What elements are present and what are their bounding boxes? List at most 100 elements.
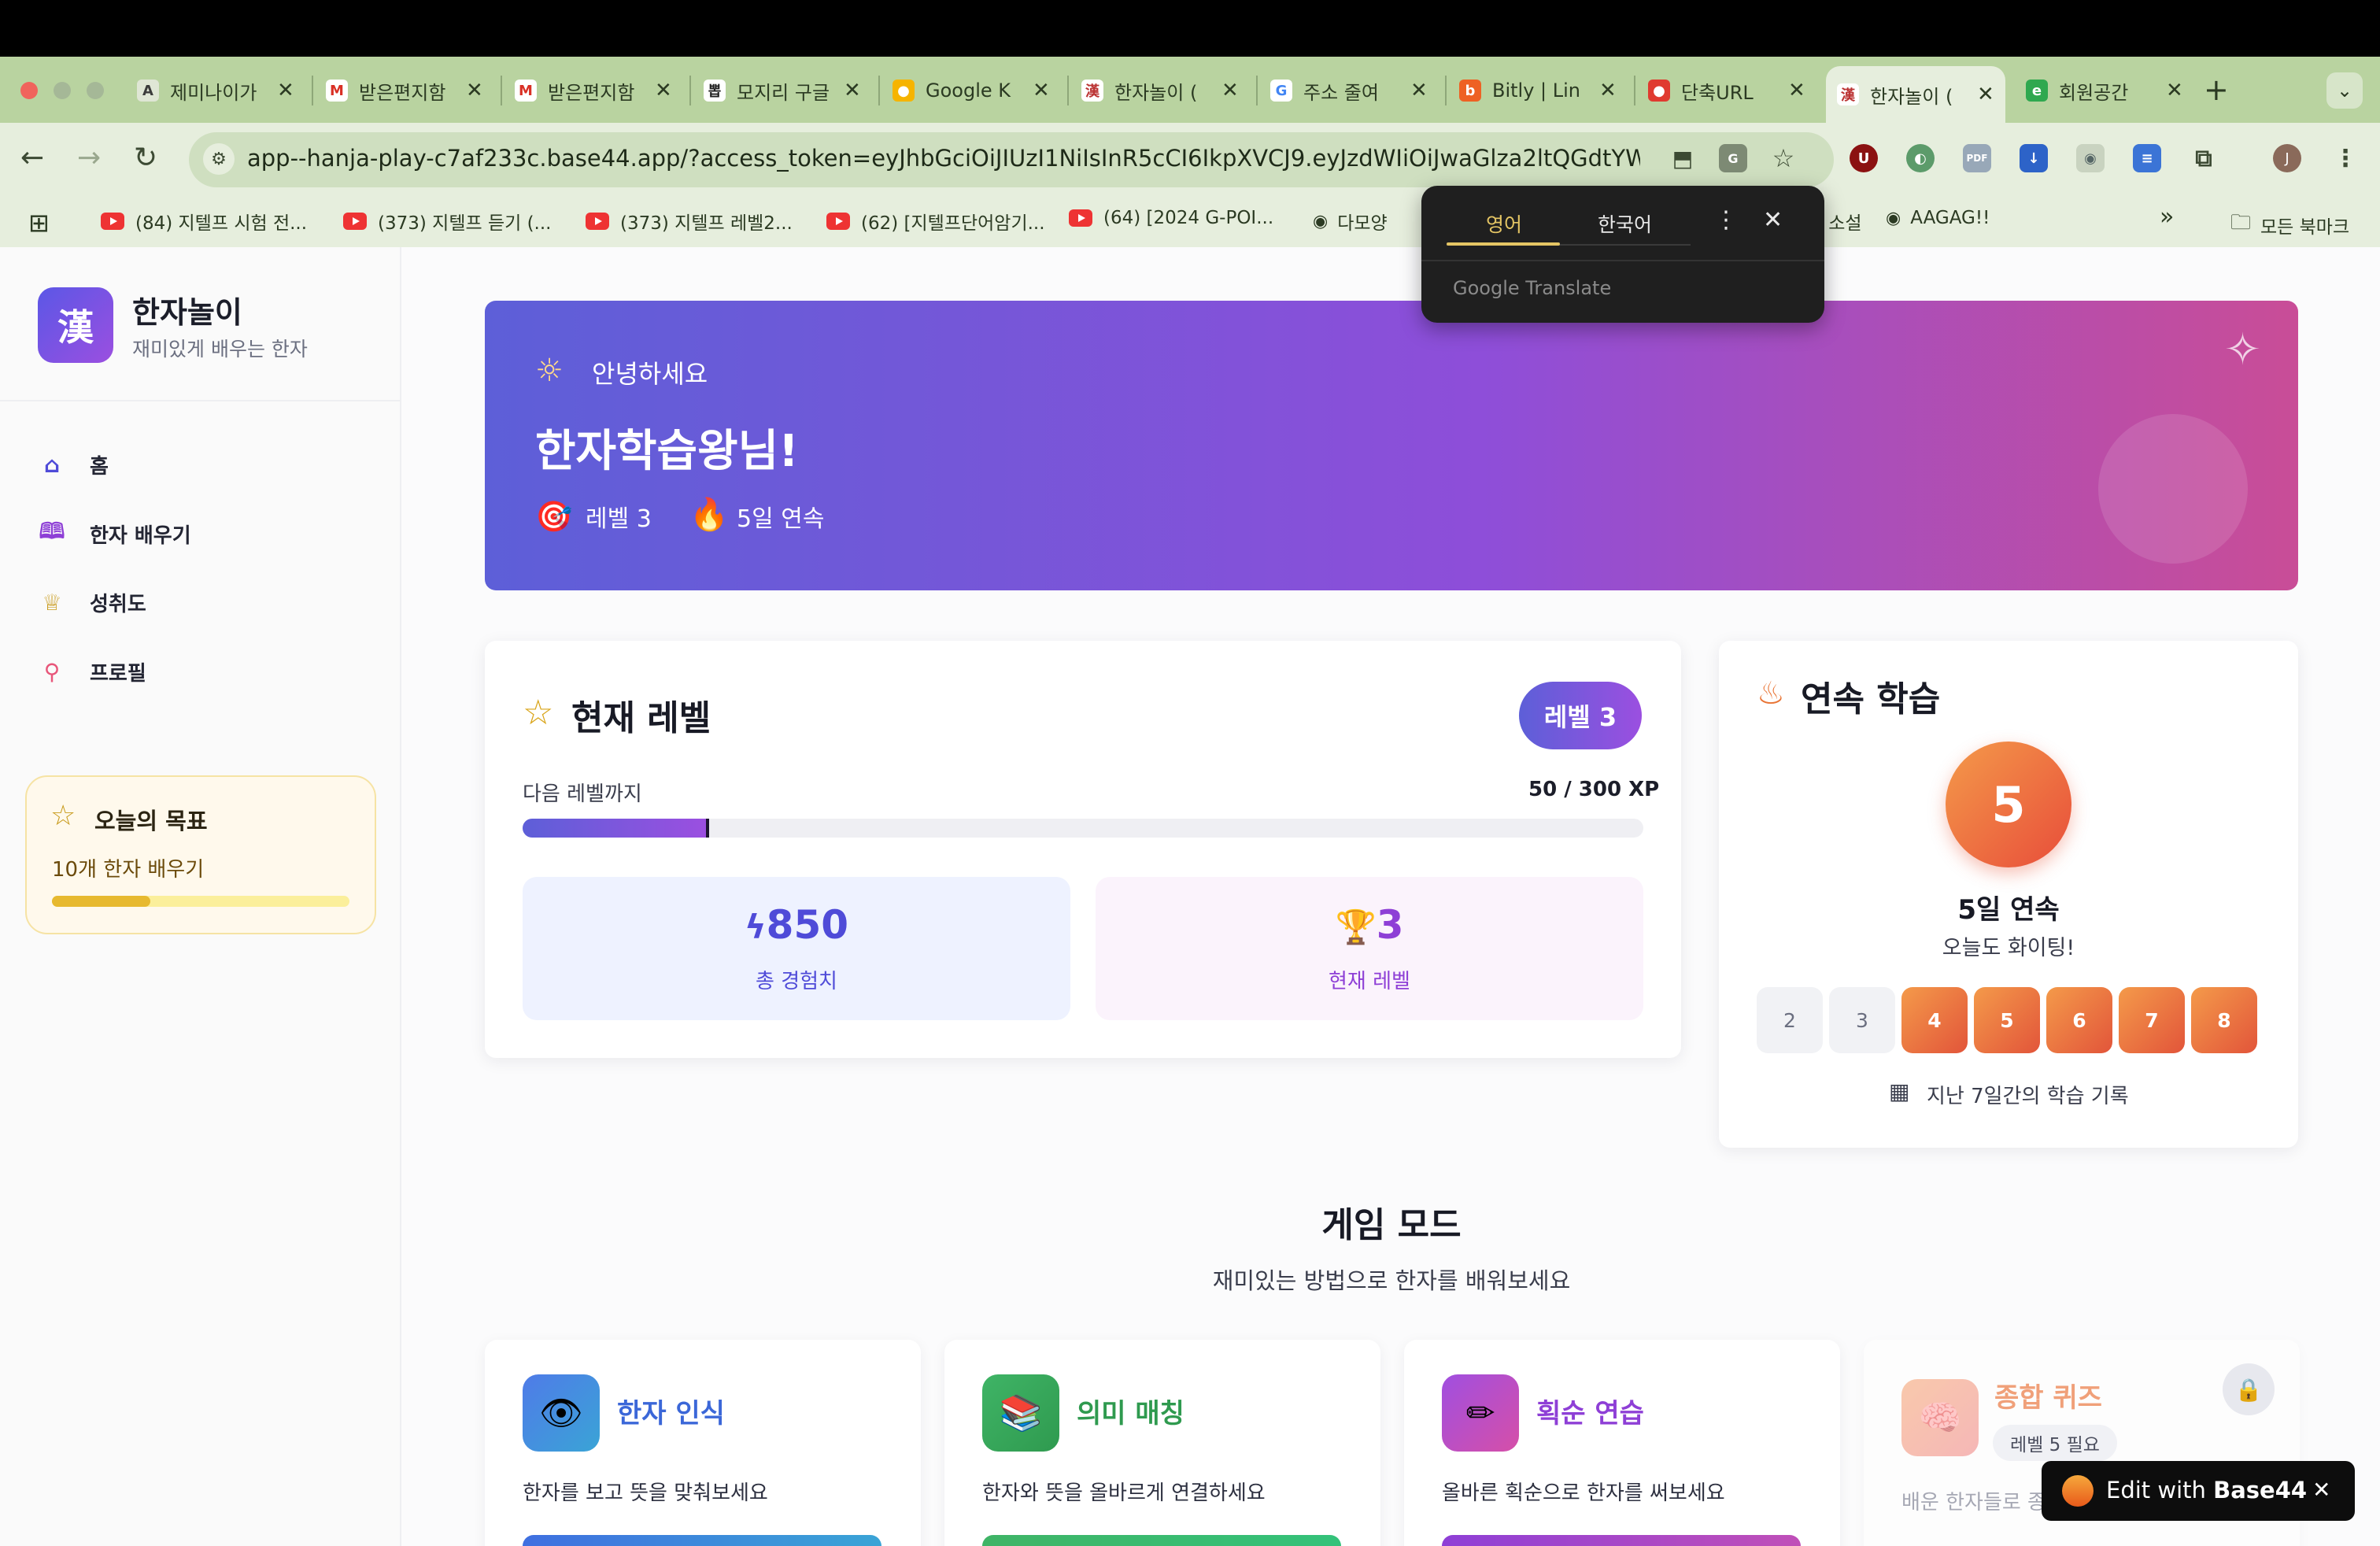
close-icon[interactable]: ✕ [1763, 206, 1783, 234]
tab-title: 제미나이가 [170, 81, 257, 104]
current-level-stat [1096, 877, 1643, 1020]
base44-logo-icon [2062, 1475, 2094, 1507]
tab-close-icon[interactable]: ✕ [655, 79, 672, 102]
close-window-button[interactable] [20, 82, 38, 99]
extension-icon[interactable]: ◉ [2076, 144, 2105, 172]
level-requirement-badge: 레벨 5 필요 [1993, 1425, 2117, 1461]
zoom-window-button[interactable] [87, 82, 104, 99]
game-start-button[interactable] [1442, 1535, 1801, 1546]
more-options-icon[interactable]: ⋮ [1714, 206, 1738, 234]
tab-search-button[interactable]: ⌄ [2326, 72, 2363, 109]
daily-goal-title: 오늘의 목표 [94, 808, 208, 834]
tab-close-icon[interactable]: ✕ [1788, 79, 1805, 102]
tab-title: 한자놀이 ( [1114, 81, 1198, 104]
reload-button[interactable]: ↻ [134, 142, 157, 174]
address-bar-url[interactable]: app--hanja-play-c7af233c.base44.app/?acc… [247, 145, 1640, 172]
pdf-extension-icon[interactable]: PDF [1963, 144, 1991, 172]
sidebar-item-home[interactable]: ⌂ 홈 [38, 437, 368, 492]
extensions-puzzle-icon[interactable]: ⧉ [2190, 144, 2218, 172]
browser-tab[interactable]: ● 단축URL ✕ [1637, 66, 1816, 115]
tab-close-icon[interactable]: ✕ [1033, 79, 1050, 102]
all-bookmarks-folder[interactable]: 🗀 모든 북마크 [2230, 208, 2349, 242]
tab-close-icon[interactable]: ✕ [1221, 79, 1239, 102]
apps-grid-icon[interactable]: ⊞ [28, 208, 50, 238]
game-title-stroke: 획순 연습 [1536, 1398, 1644, 1429]
new-tab-button[interactable]: + [2204, 72, 2229, 107]
browser-tab[interactable]: e 회원공간 ✕ [2015, 66, 2194, 115]
bookmark-label: (373) 지텔프 레벨2... [620, 213, 793, 234]
tab-separator [1634, 76, 1635, 105]
user-icon: ⚲ [43, 658, 61, 685]
site-info-icon[interactable]: ⚙ [203, 143, 235, 175]
bookmark-item[interactable]: (373) 지텔프 듣기 (... [343, 208, 552, 235]
browser-menu-icon[interactable]: ⋮ [2331, 144, 2360, 172]
ublock-extension-icon[interactable]: U [1850, 144, 1878, 172]
tab-title: 모지리 구글 [737, 81, 830, 104]
tab-title: 받은편지함 [548, 81, 635, 104]
xp-progress-fill [523, 819, 710, 838]
extension-icon[interactable]: ◐ [1906, 144, 1935, 172]
sidebar-item-achievements[interactable]: ♕ 성취도 [38, 575, 368, 630]
sidebar-item-label: 프로필 [90, 661, 146, 686]
bookmark-item[interactable]: (84) 지텔프 시험 전... [101, 208, 307, 235]
install-app-icon[interactable]: ⬒ [1669, 144, 1697, 172]
streak-day-tile: 5 [1974, 987, 2040, 1053]
extension-icon[interactable]: ≡ [2133, 144, 2161, 172]
translate-icon[interactable]: G [1719, 144, 1747, 172]
download-extension-icon[interactable]: ↓ [2020, 144, 2048, 172]
tab-close-icon[interactable]: ✕ [844, 79, 861, 102]
streak-days-text: 5일 연속 [1957, 894, 2060, 926]
tab-close-icon[interactable]: ✕ [277, 79, 294, 102]
daily-goal-text: 10개 한자 배우기 [52, 858, 205, 882]
bookmark-label: (84) 지텔프 시험 전... [135, 213, 308, 234]
browser-tab[interactable]: A 제미나이가 ✕ [126, 66, 305, 115]
back-button[interactable]: ← [20, 142, 44, 174]
app-name: 한자놀이 [132, 295, 242, 330]
game-start-button[interactable] [982, 1535, 1341, 1546]
youtube-icon [101, 213, 124, 230]
profile-avatar[interactable]: J [2273, 144, 2301, 172]
sun-icon: ☼ [535, 353, 564, 389]
more-bookmarks-button[interactable]: » [2160, 203, 2174, 231]
bookmark-item[interactable]: (64) [2024 G-POI... [1069, 208, 1273, 228]
current-level-value: 🏆3 [1096, 902, 1643, 948]
tab-close-icon[interactable]: ✕ [466, 79, 483, 102]
browser-tab[interactable]: ● Google K ✕ [881, 66, 1061, 115]
bookmark-item[interactable]: ◉ AAGAG!! [1886, 208, 1990, 228]
bookmark-star-icon[interactable]: ☆ [1769, 143, 1798, 173]
site-icon: ◉ [1313, 211, 1329, 231]
browser-tab[interactable]: b Bitly | Lin ✕ [1448, 66, 1628, 115]
browser-tab[interactable]: 漢 한자놀이 (✕ [1070, 66, 1250, 115]
translate-target-tab[interactable]: 한국어 [1598, 209, 1652, 238]
tab-close-icon[interactable]: ✕ [1410, 79, 1428, 102]
minimize-window-button[interactable] [54, 82, 71, 99]
browser-tab[interactable]: M 받은편지함 ✕ [315, 66, 494, 115]
browser-tab[interactable]: 뽑 모지리 구글 ✕ [693, 66, 872, 115]
game-desc-recognition: 한자를 보고 뜻을 맞춰보세요 [523, 1481, 768, 1505]
close-icon[interactable]: ✕ [2312, 1477, 2330, 1503]
translate-source-tab[interactable]: 영어 [1486, 209, 1522, 238]
bookmark-item[interactable]: ◉ 다모양 [1313, 208, 1388, 235]
sidebar-item-profile[interactable]: ⚲ 프로필 [38, 644, 368, 699]
sidebar-item-learn[interactable]: 🕮 한자 배우기 [38, 506, 368, 561]
browser-tab[interactable]: G 주소 줄여 ✕ [1259, 66, 1439, 115]
browser-tab[interactable]: M 받은편지함 ✕ [504, 66, 683, 115]
greeting-text: 안녕하세요 [592, 359, 708, 389]
calendar-icon: ▦ [1889, 1078, 1910, 1104]
tab-close-icon[interactable]: ✕ [1977, 83, 1994, 106]
tab-favicon-icon: ● [893, 80, 915, 102]
bookmark-item[interactable]: (62) [지텔프단어암기... [826, 208, 1045, 235]
tab-close-icon[interactable]: ✕ [2166, 79, 2183, 102]
forward-button[interactable]: → [77, 142, 101, 174]
user-greeting-name: 한자학습왕님! [535, 426, 799, 477]
bookmark-item[interactable]: (373) 지텔프 레벨2... [586, 208, 793, 235]
tab-separator [1256, 76, 1258, 105]
game-start-button[interactable] [523, 1535, 881, 1546]
browser-tab[interactable]: 漢 한자놀이 (✕ [1826, 66, 2005, 123]
tab-close-icon[interactable]: ✕ [1599, 79, 1617, 102]
streak-day-tile: 2 [1757, 987, 1823, 1053]
current-level-label: 현재 레벨 [1329, 970, 1410, 993]
eye-icon: 👁 [523, 1374, 600, 1452]
base44-badge-text[interactable]: Edit with Base44 [2106, 1477, 2307, 1503]
app-logo[interactable]: 漢 [38, 287, 113, 363]
